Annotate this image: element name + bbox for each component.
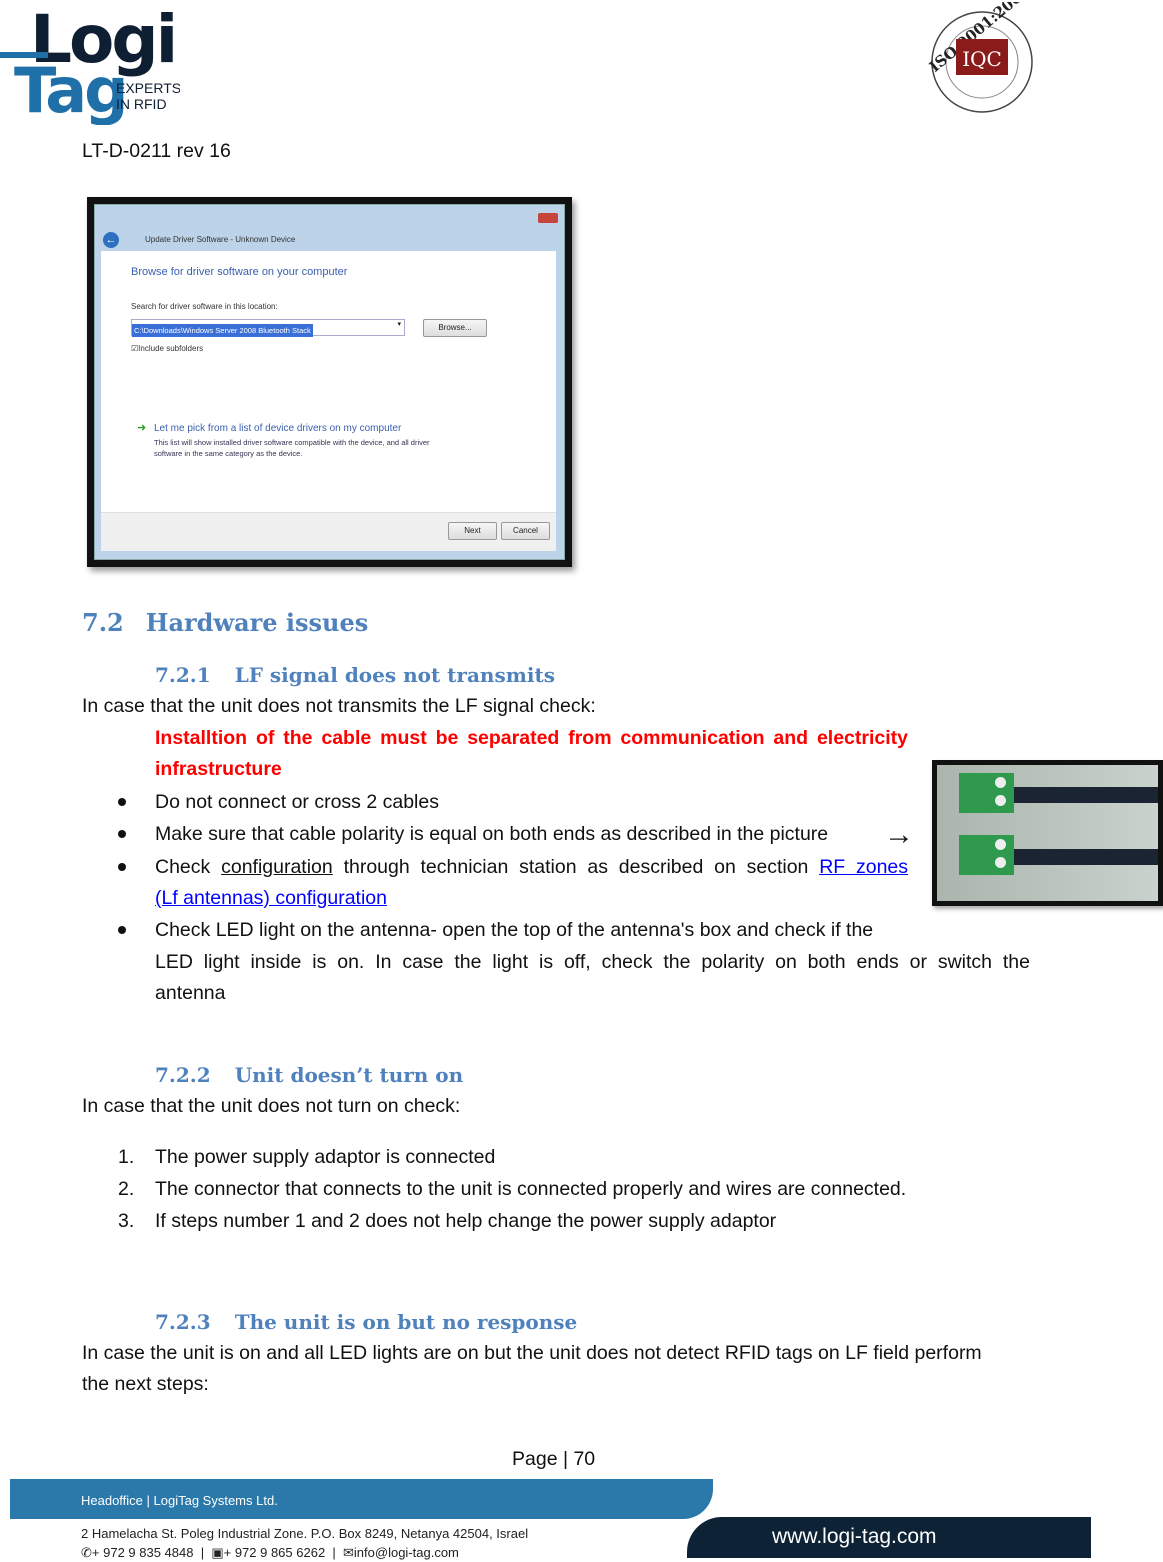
footer-address: 2 Hamelacha St. Poleg Industrial Zone. P… (81, 1526, 529, 1541)
rf-zones-link[interactable]: RF zones (819, 856, 908, 878)
footer-website-banner: www.logi-tag.com (687, 1517, 1091, 1558)
footer-office: Headoffice | LogiTag Systems Ltd. (81, 1493, 278, 1508)
update-driver-dialog-screenshot: ← Update Driver Software - Unknown Devic… (87, 197, 572, 567)
phone-icon: ✆ (81, 1545, 92, 1560)
page-number: Page | 70 (512, 1448, 596, 1470)
subsection-heading-7-2-3: 7.2.3 The unit is on but no response (155, 1310, 578, 1334)
search-location-label: Search for driver software in this locat… (131, 302, 278, 311)
right-arrow-icon: → (884, 818, 914, 851)
list-item: Check configuration through technician s… (155, 856, 909, 878)
svg-text:IQC: IQC (962, 47, 1002, 71)
dropdown-arrow-icon: ▾ (397, 321, 401, 328)
list-item-continuation: antenna (155, 982, 226, 1004)
svg-text:IN RFID: IN RFID (116, 96, 167, 112)
list-number: 2. (118, 1178, 135, 1200)
pick-description-line2: software in the same category as the dev… (154, 449, 303, 458)
include-subfolders-checkbox: ☑Include subfolders (131, 344, 204, 353)
lf-antennas-configuration-link[interactable]: (Lf antennas) configuration (155, 886, 387, 910)
section-heading-7-2: 7.2 Hardware issues (82, 608, 369, 637)
path-combobox: C:\Downloads\Windows Server 2008 Bluetoo… (131, 319, 405, 337)
dialog-title: Update Driver Software - Unknown Device (145, 235, 296, 244)
svg-text:EXPERTS: EXPERTS (116, 80, 180, 96)
document-page: Logi Tag EXPERTS IN RFID ISO 9001:2008 I… (0, 0, 1163, 1562)
logitag-logo: Logi Tag EXPERTS IN RFID (0, 1, 180, 125)
cancel-button: Cancel (501, 522, 550, 540)
list-item: Make sure that cable polarity is equal o… (155, 823, 829, 845)
footer-banner: Headoffice | LogiTag Systems Ltd. (10, 1479, 713, 1519)
dialog-heading: Browse for driver software on your compu… (131, 266, 348, 278)
green-arrow-icon: ➜ (137, 422, 147, 434)
close-icon (538, 213, 558, 223)
pick-description-line1: This list will show installed driver sof… (154, 438, 430, 447)
iso-certification-badge: ISO 9001:2008 IQC (926, 2, 1033, 113)
cable-connectors-photo (932, 760, 1163, 906)
list-item: The connector that connects to the unit … (155, 1178, 907, 1200)
footer-website: www.logi-tag.com (772, 1525, 937, 1548)
paragraph: the next steps: (82, 1373, 209, 1395)
list-item: Do not connect or cross 2 cables (155, 791, 439, 813)
bullet-icon (118, 863, 126, 871)
footer-contacts: ✆+ 972 9 835 4848 | ▣+ 972 9 865 6262 | … (81, 1545, 459, 1560)
list-item: Check LED light on the antenna- open the… (155, 919, 874, 941)
subsection-heading-7-2-1: 7.2.1 LF signal does not transmits (155, 663, 555, 687)
list-item: The power supply adaptor is connected (155, 1146, 496, 1168)
list-item: If steps number 1 and 2 does not help ch… (155, 1210, 777, 1232)
pick-from-list-link: Let me pick from a list of device driver… (154, 423, 402, 434)
next-button: Next (448, 522, 497, 540)
email-icon: ✉ (343, 1545, 354, 1560)
back-arrow-icon: ← (103, 232, 119, 248)
paragraph: In case that the unit does not turn on c… (82, 1095, 461, 1117)
paragraph: In case the unit is on and all LED light… (82, 1342, 982, 1364)
path-value: C:\Downloads\Windows Server 2008 Bluetoo… (132, 324, 313, 337)
subsection-heading-7-2-2: 7.2.2 Unit doesn’t turn on (155, 1063, 464, 1087)
warning-text: infrastructure (155, 758, 282, 780)
list-item-continuation: LED light inside is on. In case the ligh… (155, 951, 1030, 973)
configuration-link[interactable]: configuration (221, 856, 333, 878)
list-number: 1. (118, 1146, 135, 1168)
warning-text: Installtion of the cable must be separat… (155, 727, 908, 749)
bullet-icon (118, 830, 126, 838)
document-id: LT-D-0211 rev 16 (82, 140, 231, 162)
paragraph: In case that the unit does not transmits… (82, 695, 596, 717)
bullet-icon (118, 798, 126, 806)
svg-text:Tag: Tag (14, 54, 126, 125)
fax-icon: ▣ (211, 1545, 224, 1560)
bullet-icon (118, 926, 126, 934)
browse-button: Browse... (423, 319, 487, 337)
list-number: 3. (118, 1210, 135, 1232)
